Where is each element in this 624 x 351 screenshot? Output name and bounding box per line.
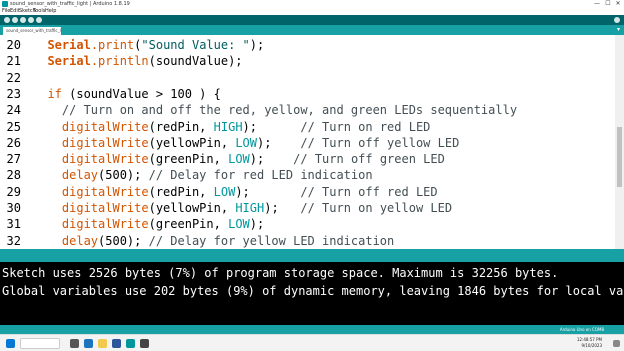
tab-menu-icon[interactable]: ▾ xyxy=(617,26,620,34)
clock: 12:48:57 PM 9/10/2023 xyxy=(577,337,602,349)
code-text: Serial.println(soundValue); xyxy=(47,54,243,69)
upload-icon[interactable] xyxy=(12,17,18,23)
code-line[interactable]: 22 xyxy=(0,70,615,86)
code-text: digitalWrite(greenPin, LOW); xyxy=(61,217,265,232)
edge-icon[interactable] xyxy=(84,339,93,348)
verify-icon[interactable] xyxy=(4,17,10,23)
console-line: Sketch uses 2526 bytes (7%) of program s… xyxy=(2,266,559,280)
maximize-button[interactable]: ☐ xyxy=(603,0,613,8)
code-text: digitalWrite(yellowPin, LOW); // Turn of… xyxy=(61,135,460,150)
close-button[interactable]: ✕ xyxy=(613,0,623,8)
windows-start-icon[interactable] xyxy=(6,339,15,348)
line-number: 30 xyxy=(6,201,21,215)
window-title: sound_sensor_with_traffic_light | Arduin… xyxy=(10,1,130,7)
code-text: delay(500); // Delay for red LED indicat… xyxy=(61,168,373,183)
menu-help[interactable]: Help xyxy=(45,8,56,15)
code-line[interactable]: 28 delay(500); // Delay for red LED indi… xyxy=(0,167,615,183)
code-line[interactable]: 23 if (soundValue > 100 ) { xyxy=(0,86,615,102)
arduino-logo-icon xyxy=(2,1,8,7)
tab-strip: sound_sensor_with_traffic_light ▾ xyxy=(0,25,624,35)
serial-monitor-icon[interactable] xyxy=(614,17,620,23)
code-line[interactable]: 32 delay(500); // Delay for yellow LED i… xyxy=(0,233,615,249)
task-view-icon[interactable] xyxy=(70,339,79,348)
save-icon[interactable] xyxy=(36,17,42,23)
code-line[interactable]: 27 digitalWrite(greenPin, LOW); // Turn … xyxy=(0,151,615,167)
line-number: 25 xyxy=(6,119,21,134)
line-number: 21 xyxy=(6,54,21,69)
new-icon[interactable] xyxy=(20,17,26,23)
clock-date: 9/10/2023 xyxy=(581,343,602,348)
code-text: digitalWrite(redPin, LOW); // Turn off r… xyxy=(61,184,438,199)
code-text: digitalWrite(greenPin, LOW); // Turn off… xyxy=(61,152,445,167)
status-bar: Arduino Uno on COM8 xyxy=(0,325,624,334)
code-text: digitalWrite(redPin, HIGH); // Turn on r… xyxy=(61,119,431,134)
app-icon[interactable] xyxy=(140,339,149,348)
line-number: 22 xyxy=(6,70,21,85)
line-number: 31 xyxy=(6,217,21,232)
code-line[interactable]: 26 digitalWrite(yellowPin, LOW); // Turn… xyxy=(0,135,615,151)
code-line[interactable]: 29 digitalWrite(redPin, LOW); // Turn of… xyxy=(0,184,615,200)
line-number: 24 xyxy=(6,103,21,118)
clock-time: 12:48:57 PM xyxy=(576,337,602,342)
scrollbar-thumb[interactable] xyxy=(617,127,622,187)
taskbar: 12:48:57 PM 9/10/2023 xyxy=(0,334,624,351)
line-number: 20 xyxy=(6,38,21,52)
menu-bar: File Edit Sketch Tools Help xyxy=(0,8,624,15)
tab-sketch[interactable]: sound_sensor_with_traffic_light xyxy=(3,27,61,35)
code-line[interactable]: 25 digitalWrite(redPin, HIGH); // Turn o… xyxy=(0,119,615,135)
code-text: if (soundValue > 100 ) { xyxy=(47,86,221,101)
toolbar xyxy=(0,15,624,25)
code-text: delay(500); // Delay for yellow LED indi… xyxy=(61,233,395,248)
code-line[interactable]: 21 Serial.println(soundValue); xyxy=(0,53,615,69)
code-text: Serial.print("Sound Value: "); xyxy=(47,38,265,52)
line-number: 28 xyxy=(6,168,21,183)
line-number: 32 xyxy=(6,233,21,248)
code-line[interactable]: 30 digitalWrite(yellowPin, HIGH); // Tur… xyxy=(0,200,615,216)
editor-scrollbar[interactable] xyxy=(615,35,624,249)
line-number: 23 xyxy=(6,86,21,101)
board-status: Arduino Uno on COM8 xyxy=(559,327,604,332)
line-number: 29 xyxy=(6,184,21,199)
code-line[interactable]: 31 digitalWrite(greenPin, LOW); xyxy=(0,216,615,232)
word-icon[interactable] xyxy=(112,339,121,348)
taskbar-search[interactable] xyxy=(20,338,60,349)
notifications-icon[interactable] xyxy=(613,340,620,347)
menu-tools[interactable]: Tools xyxy=(33,8,45,15)
line-number: 26 xyxy=(6,135,21,150)
file-explorer-icon[interactable] xyxy=(98,339,107,348)
minimize-button[interactable]: — xyxy=(592,0,602,8)
line-number: 27 xyxy=(6,152,21,167)
open-icon[interactable] xyxy=(28,17,34,23)
code-text: // Turn on and off the red, yellow, and … xyxy=(61,103,518,118)
editor-console-divider[interactable] xyxy=(0,249,624,262)
code-editor[interactable]: 20 Serial.print("Sound Value: "); 21 Seri… xyxy=(0,35,615,249)
code-text: digitalWrite(yellowPin, HIGH); // Turn o… xyxy=(61,201,453,215)
arduino-taskbar-icon[interactable] xyxy=(126,339,135,348)
console-line: Global variables use 202 bytes (9%) of d… xyxy=(2,284,624,298)
code-line[interactable]: 24 // Turn on and off the red, yellow, a… xyxy=(0,102,615,118)
output-console: Sketch uses 2526 bytes (7%) of program s… xyxy=(0,262,624,325)
code-line[interactable]: 20 Serial.print("Sound Value: "); xyxy=(0,37,615,53)
